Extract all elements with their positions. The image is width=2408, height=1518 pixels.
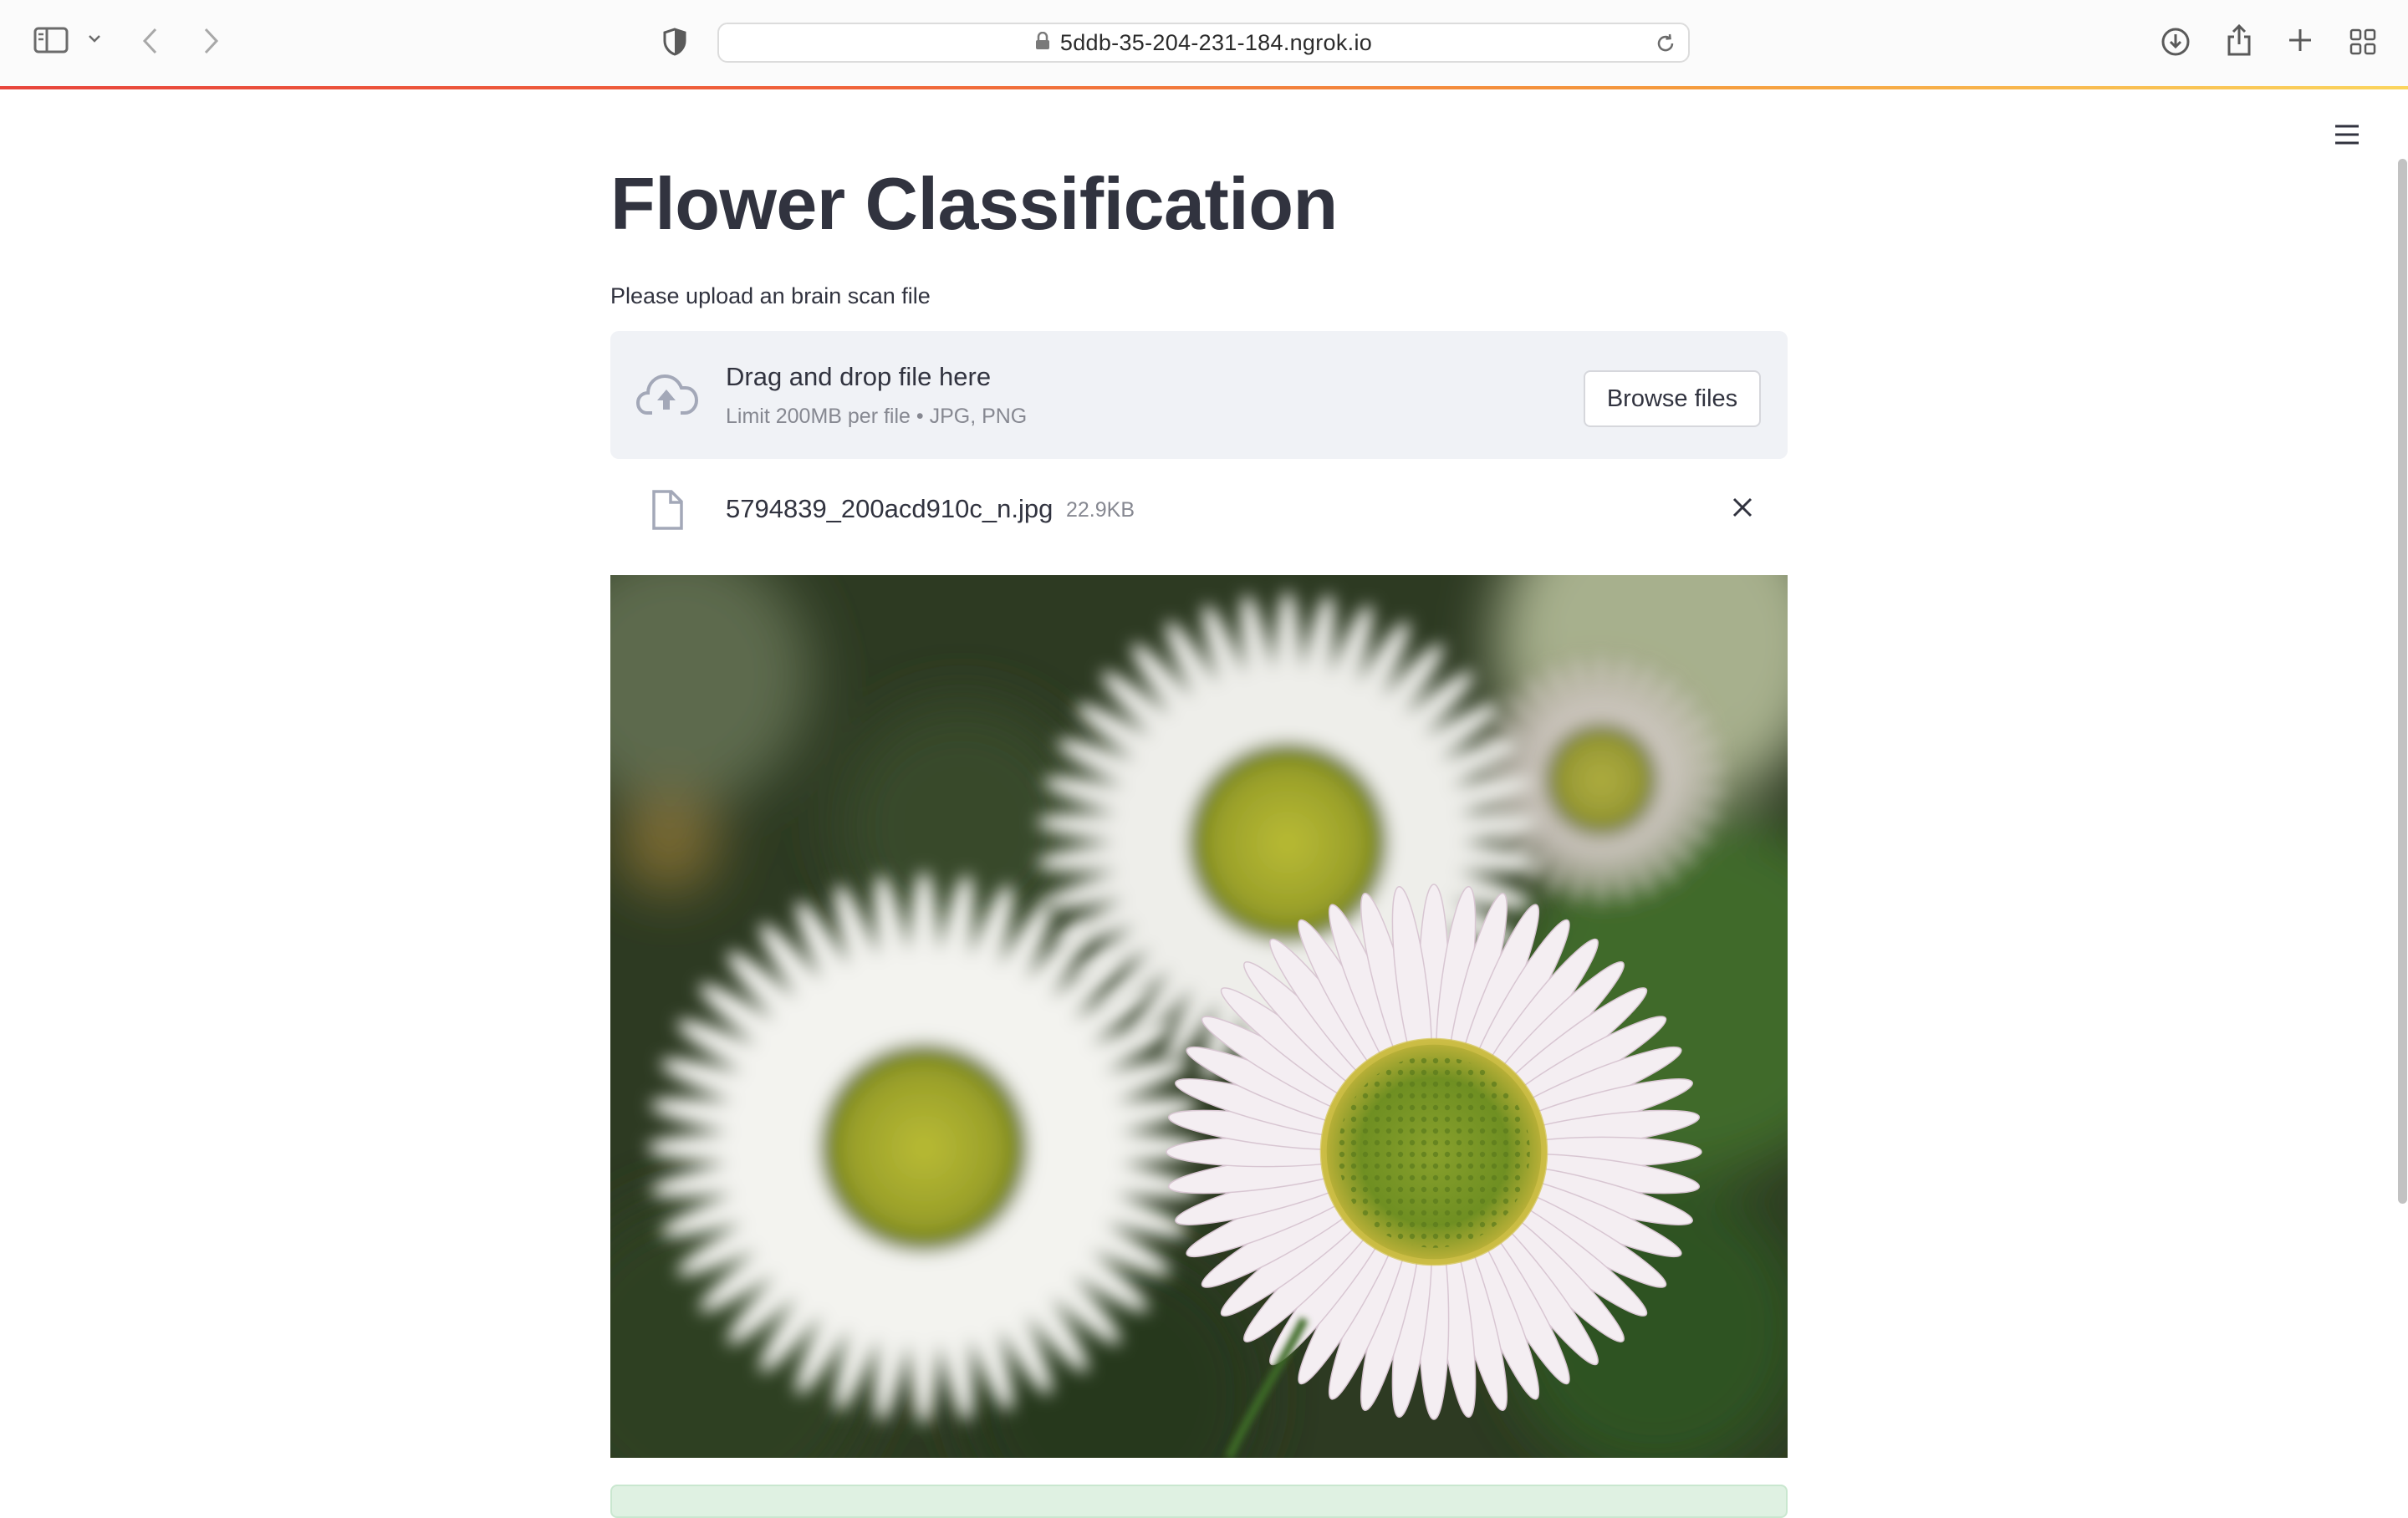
sidebar-toggle-icon[interactable]	[33, 27, 69, 53]
address-bar[interactable]: 5ddb-35-204-231-184.ngrok.io	[717, 23, 1690, 63]
lock-icon	[1035, 30, 1050, 56]
page-load-progress	[0, 86, 2408, 89]
browser-toolbar: 5ddb-35-204-231-184.ngrok.io	[0, 0, 2408, 87]
scrollbar-thumb[interactable]	[2398, 159, 2407, 1204]
page-title: Flower Classification	[610, 162, 1338, 245]
hamburger-icon[interactable]	[2333, 122, 2361, 147]
file-dropzone[interactable]: Drag and drop file here Limit 200MB per …	[610, 331, 1788, 459]
uploaded-file-name: 5794839_200acd910c_n.jpg	[726, 494, 1054, 523]
cloud-upload-icon	[635, 369, 699, 422]
file-icon	[650, 489, 684, 535]
success-message	[610, 1485, 1788, 1518]
dropzone-limit-text: Limit 200MB per file • JPG, PNG	[726, 405, 1028, 428]
dropzone-instructions: Drag and drop file here	[726, 362, 992, 391]
close-icon[interactable]	[1729, 494, 1756, 525]
uploaded-image-preview	[610, 575, 1788, 1458]
grid-icon[interactable]	[2349, 28, 2376, 55]
url-text: 5ddb-35-204-231-184.ngrok.io	[1059, 29, 1373, 55]
uploaded-file-row: 5794839_200acd910c_n.jpg 22.9KB	[610, 481, 1788, 539]
chevron-down-icon[interactable]	[87, 33, 102, 43]
plus-icon[interactable]	[2288, 28, 2313, 53]
upload-prompt: Please upload an brain scan file	[610, 283, 931, 308]
share-icon[interactable]	[2226, 23, 2252, 57]
download-icon[interactable]	[2161, 27, 2191, 57]
browse-files-button[interactable]: Browse files	[1584, 370, 1761, 427]
chevron-left-icon[interactable]	[140, 27, 161, 55]
chevron-right-icon[interactable]	[201, 27, 221, 55]
uploaded-file-size: 22.9KB	[1066, 498, 1135, 522]
reload-icon[interactable]	[1655, 33, 1676, 59]
shield-icon[interactable]	[662, 28, 687, 56]
